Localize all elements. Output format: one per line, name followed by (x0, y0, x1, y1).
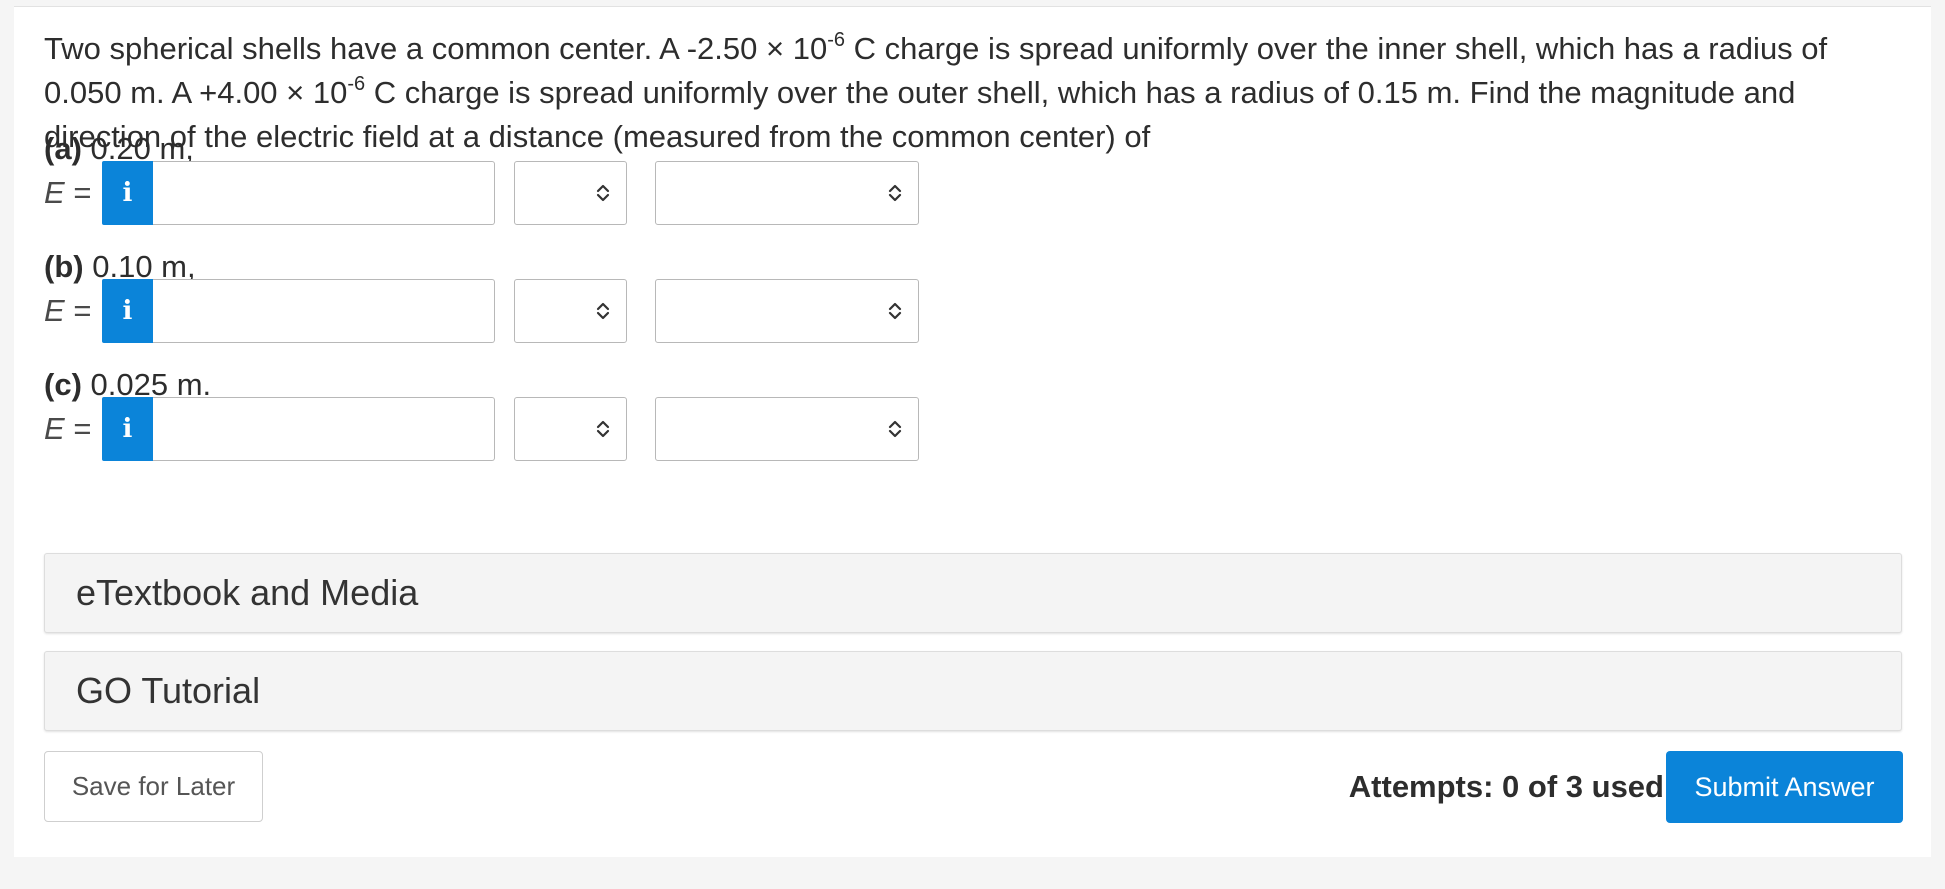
part-a-units-select[interactable] (514, 161, 627, 225)
part-c-direction-select[interactable] (655, 397, 919, 461)
part-c-e-label: E = (44, 411, 92, 446)
up-down-chevron-icon (888, 184, 902, 202)
submit-answer-button[interactable]: Submit Answer (1666, 751, 1903, 823)
etextbook-media-label: eTextbook and Media (76, 572, 419, 613)
part-a-e-label: E = (44, 175, 92, 210)
save-for-later-button[interactable]: Save for Later (44, 751, 263, 822)
part-b-direction-select[interactable] (655, 279, 919, 343)
part-c-units-select[interactable] (514, 397, 627, 461)
part-a-answer-input[interactable] (153, 161, 495, 225)
part-c-info-icon[interactable]: i (102, 397, 153, 461)
part-c-answer-input[interactable] (153, 397, 495, 461)
up-down-chevron-icon (596, 420, 610, 438)
part-b-e-label: E = (44, 293, 92, 328)
part-a-direction-select[interactable] (655, 161, 919, 225)
up-down-chevron-icon (596, 302, 610, 320)
up-down-chevron-icon (888, 420, 902, 438)
part-a-info-icon[interactable]: i (102, 161, 153, 225)
go-tutorial-label: GO Tutorial (76, 670, 261, 711)
go-tutorial-accordion[interactable]: GO Tutorial (44, 651, 1902, 731)
part-b-info-icon[interactable]: i (102, 279, 153, 343)
question-text: Two spherical shells have a common cente… (44, 28, 1828, 154)
question-card: Two spherical shells have a common cente… (14, 6, 1931, 857)
etextbook-media-accordion[interactable]: eTextbook and Media (44, 553, 1902, 633)
part-b-answer-input[interactable] (153, 279, 495, 343)
part-b-units-select[interactable] (514, 279, 627, 343)
up-down-chevron-icon (888, 302, 902, 320)
attempts-counter: Attempts: 0 of 3 used (1348, 769, 1664, 804)
up-down-chevron-icon (596, 184, 610, 202)
